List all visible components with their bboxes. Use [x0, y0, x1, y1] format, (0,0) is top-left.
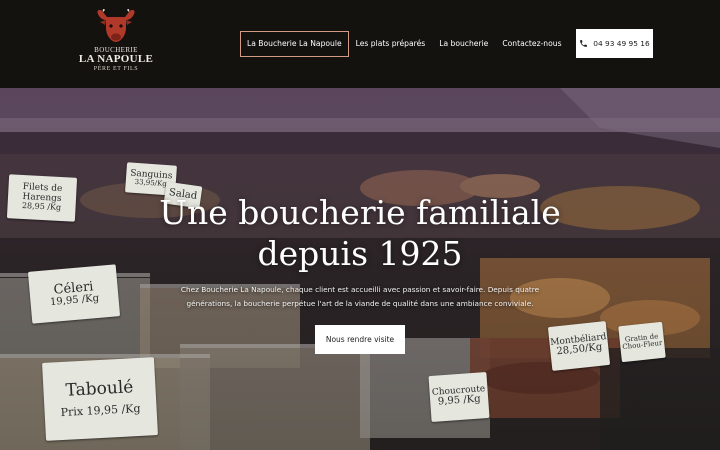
nav-item-la-boucherie[interactable]: La boucherie: [432, 31, 495, 57]
hero-title-line1: Une boucherie familiale: [159, 193, 561, 232]
hero-title: Une boucherie familiale depuis 1925: [0, 192, 720, 274]
nav-item-contact[interactable]: Contactez-nous: [495, 31, 568, 57]
price-tag-montbeliard: Montbéliard 28,50/Kg: [547, 321, 611, 371]
price-tag-gratin: Gratin de Chou-Fleur: [618, 321, 666, 363]
main-nav: La Boucherie La Napoule Les plats prépar…: [240, 31, 569, 57]
bull-head-icon: [97, 8, 135, 42]
visit-us-button[interactable]: Nous rendre visite: [315, 325, 405, 354]
phone-button[interactable]: 04 93 49 95 16: [576, 29, 653, 58]
price-tag-choucroute: Choucroute 9,95 /Kg: [428, 372, 490, 422]
hero-title-line2: depuis 1925: [257, 234, 463, 273]
price-tag-taboule: Taboulé Prix 19,95 /Kg: [42, 357, 158, 441]
phone-number: 04 93 49 95 16: [593, 39, 650, 48]
nav-item-plats-prepares[interactable]: Les plats préparés: [349, 31, 433, 57]
brand-logo[interactable]: BOUCHERIE LA NAPOULE PÈRE ET FILS: [78, 8, 154, 80]
brand-line3: PÈRE ET FILS: [93, 66, 139, 72]
brand-line2: LA NAPOULE: [78, 53, 154, 65]
site-header: BOUCHERIE LA NAPOULE PÈRE ET FILS La Bou…: [0, 0, 720, 88]
hero-description: Chez Boucherie La Napoule, chaque client…: [180, 285, 540, 308]
nav-item-home[interactable]: La Boucherie La Napoule: [240, 31, 349, 57]
phone-icon: [580, 40, 588, 47]
hero-section: Filets de Harengs 28,95 /Kg Sanguins 33,…: [0, 88, 720, 450]
